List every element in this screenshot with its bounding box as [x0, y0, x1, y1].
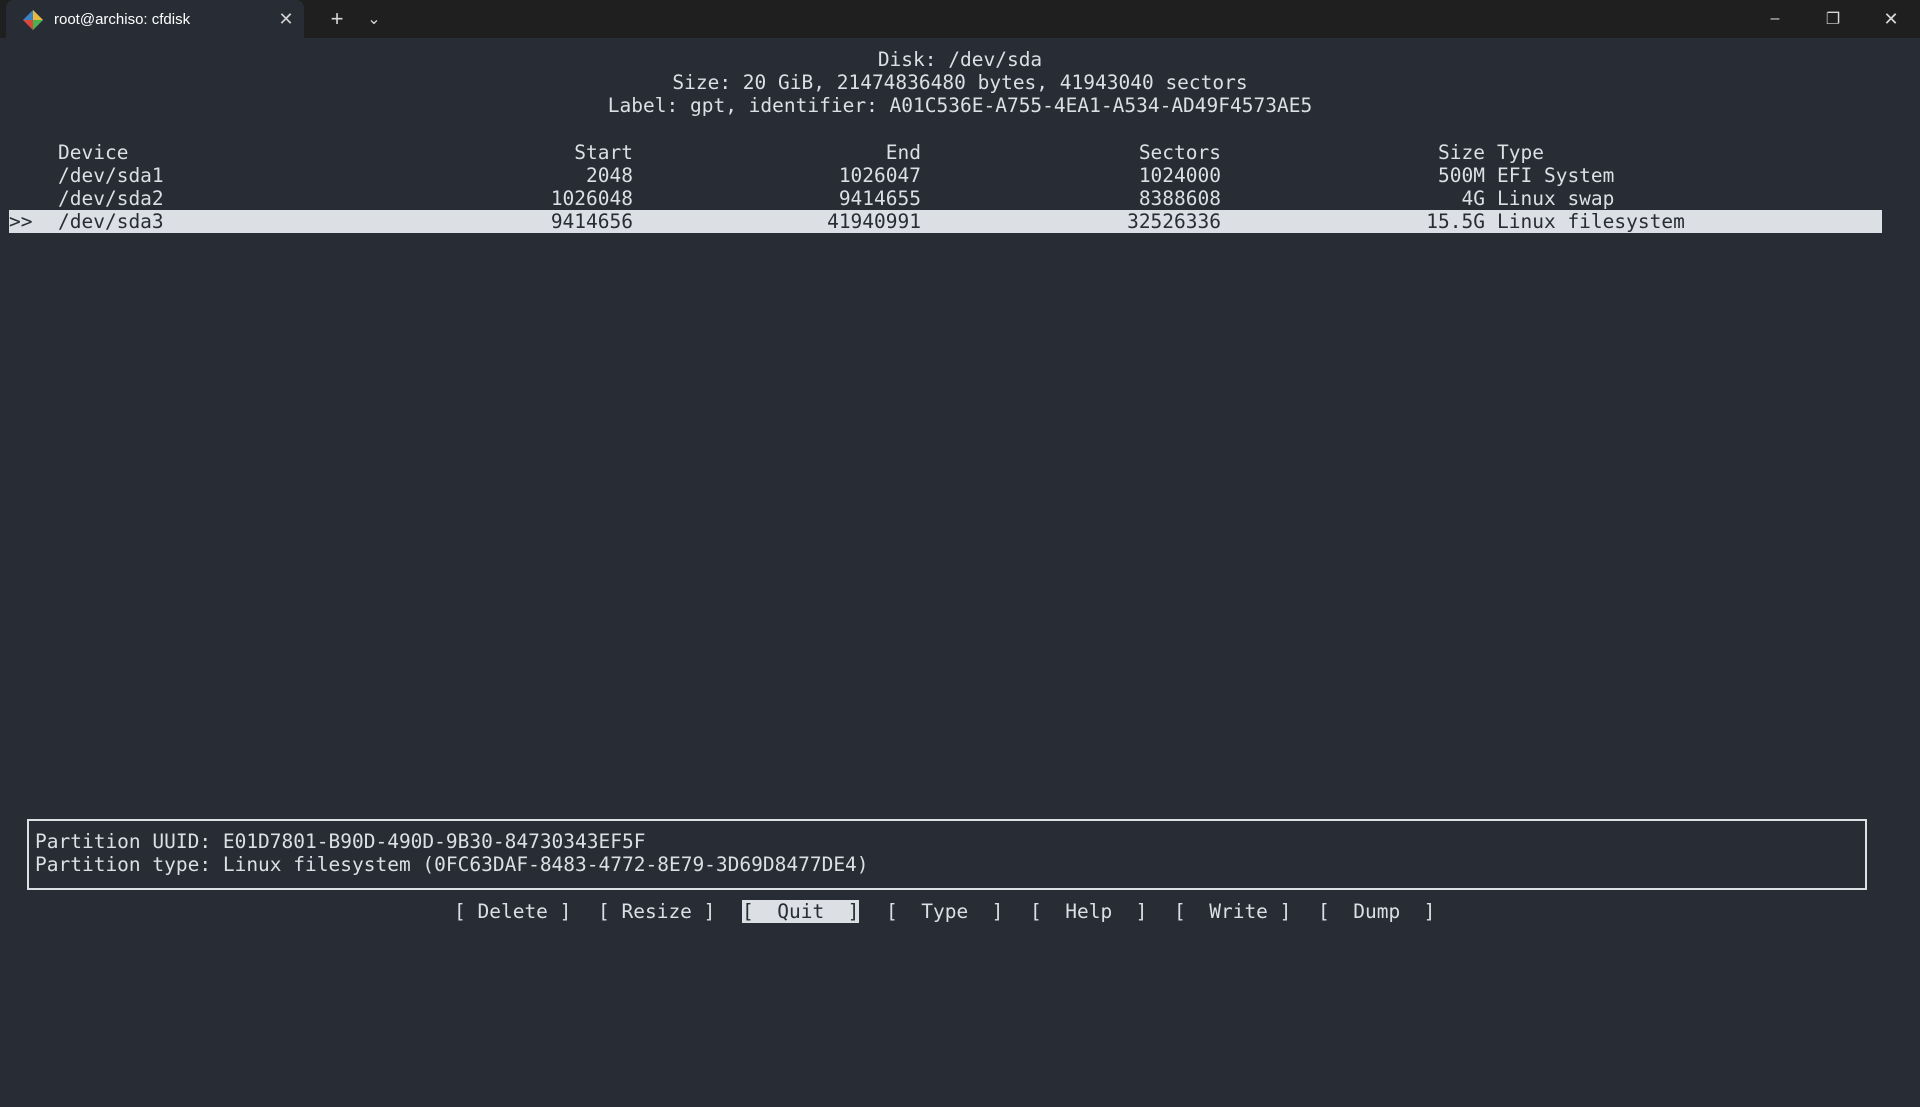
row-sectors: 1024000 [1138, 164, 1221, 187]
row-end: 1026047 [838, 164, 921, 187]
delete-button[interactable]: [ Delete ] [454, 900, 571, 923]
type-button[interactable]: [ Type ] [886, 900, 1003, 923]
row-type: Linux filesystem [1497, 210, 1685, 233]
restore-button[interactable]: ❐ [1804, 0, 1862, 38]
table-row-selected[interactable]: >> /dev/sda3 9414656 41940991 32526336 1… [9, 210, 1882, 233]
disk-name-line: Disk: /dev/sda [877, 48, 1043, 71]
row-end: 41940991 [827, 210, 921, 233]
row-device: /dev/sda1 [58, 164, 164, 187]
terminal-app-icon [23, 10, 43, 30]
row-device: /dev/sda2 [58, 187, 164, 210]
table-row[interactable]: /dev/sda1 2048 1026047 1024000 500M EFI … [0, 164, 1920, 187]
table-header: Device Start End Sectors Size Type [0, 141, 1920, 164]
row-size: 4G [1461, 187, 1485, 210]
tab-dropdown-icon[interactable]: ⌄ [360, 0, 388, 38]
partition-info-box: Partition UUID: E01D7801-B90D-490D-9B30-… [27, 819, 1867, 890]
tab-title: root@archiso: cfdisk [54, 11, 191, 28]
row-device: /dev/sda3 [58, 210, 164, 233]
row-sectors: 32526336 [1127, 210, 1221, 233]
header-size: Size [1438, 141, 1485, 164]
new-tab-button[interactable]: + [322, 0, 352, 38]
header-end: End [885, 141, 921, 164]
row-size: 500M [1438, 164, 1485, 187]
table-row[interactable]: /dev/sda2 1026048 9414655 8388608 4G Lin… [0, 187, 1920, 210]
write-button[interactable]: [ Write ] [1174, 900, 1291, 923]
row-start: 9414656 [550, 210, 633, 233]
header-device: Device [58, 141, 129, 164]
partition-uuid: Partition UUID: E01D7801-B90D-490D-9B30-… [35, 830, 646, 853]
tab-close-icon[interactable]: ✕ [276, 9, 296, 29]
header-start: Start [574, 141, 633, 164]
row-start: 1026048 [550, 187, 633, 210]
action-menu: [ Delete ] [ Resize ] [ Quit ] [ Type ] … [0, 900, 1920, 923]
close-button[interactable]: ✕ [1862, 0, 1920, 38]
row-marker: >> [9, 210, 33, 233]
dump-button[interactable]: [ Dump ] [1318, 900, 1435, 923]
row-end: 9414655 [838, 187, 921, 210]
window-titlebar: root@archiso: cfdisk ✕ + ⌄ – ❐ ✕ [0, 0, 1920, 38]
partition-type: Partition type: Linux filesystem (0FC63D… [35, 853, 869, 876]
terminal-content[interactable]: Disk: /dev/sda Size: 20 GiB, 21474836480… [0, 38, 1920, 1020]
resize-button[interactable]: [ Resize ] [598, 900, 715, 923]
row-type: Linux swap [1497, 187, 1615, 210]
help-button[interactable]: [ Help ] [1030, 900, 1147, 923]
disk-size-line: Size: 20 GiB, 21474836480 bytes, 4194304… [672, 71, 1248, 94]
disk-label-line: Label: gpt, identifier: A01C536E-A755-4E… [607, 94, 1313, 117]
header-type: Type [1497, 141, 1544, 164]
row-sectors: 8388608 [1138, 187, 1221, 210]
row-start: 2048 [586, 164, 633, 187]
terminal-tab[interactable]: root@archiso: cfdisk ✕ [6, 0, 304, 38]
minimize-button[interactable]: – [1746, 0, 1804, 38]
quit-button[interactable]: [ Quit ] [742, 900, 860, 923]
row-size: 15.5G [1426, 210, 1485, 233]
row-type: EFI System [1497, 164, 1615, 187]
header-sectors: Sectors [1138, 141, 1221, 164]
